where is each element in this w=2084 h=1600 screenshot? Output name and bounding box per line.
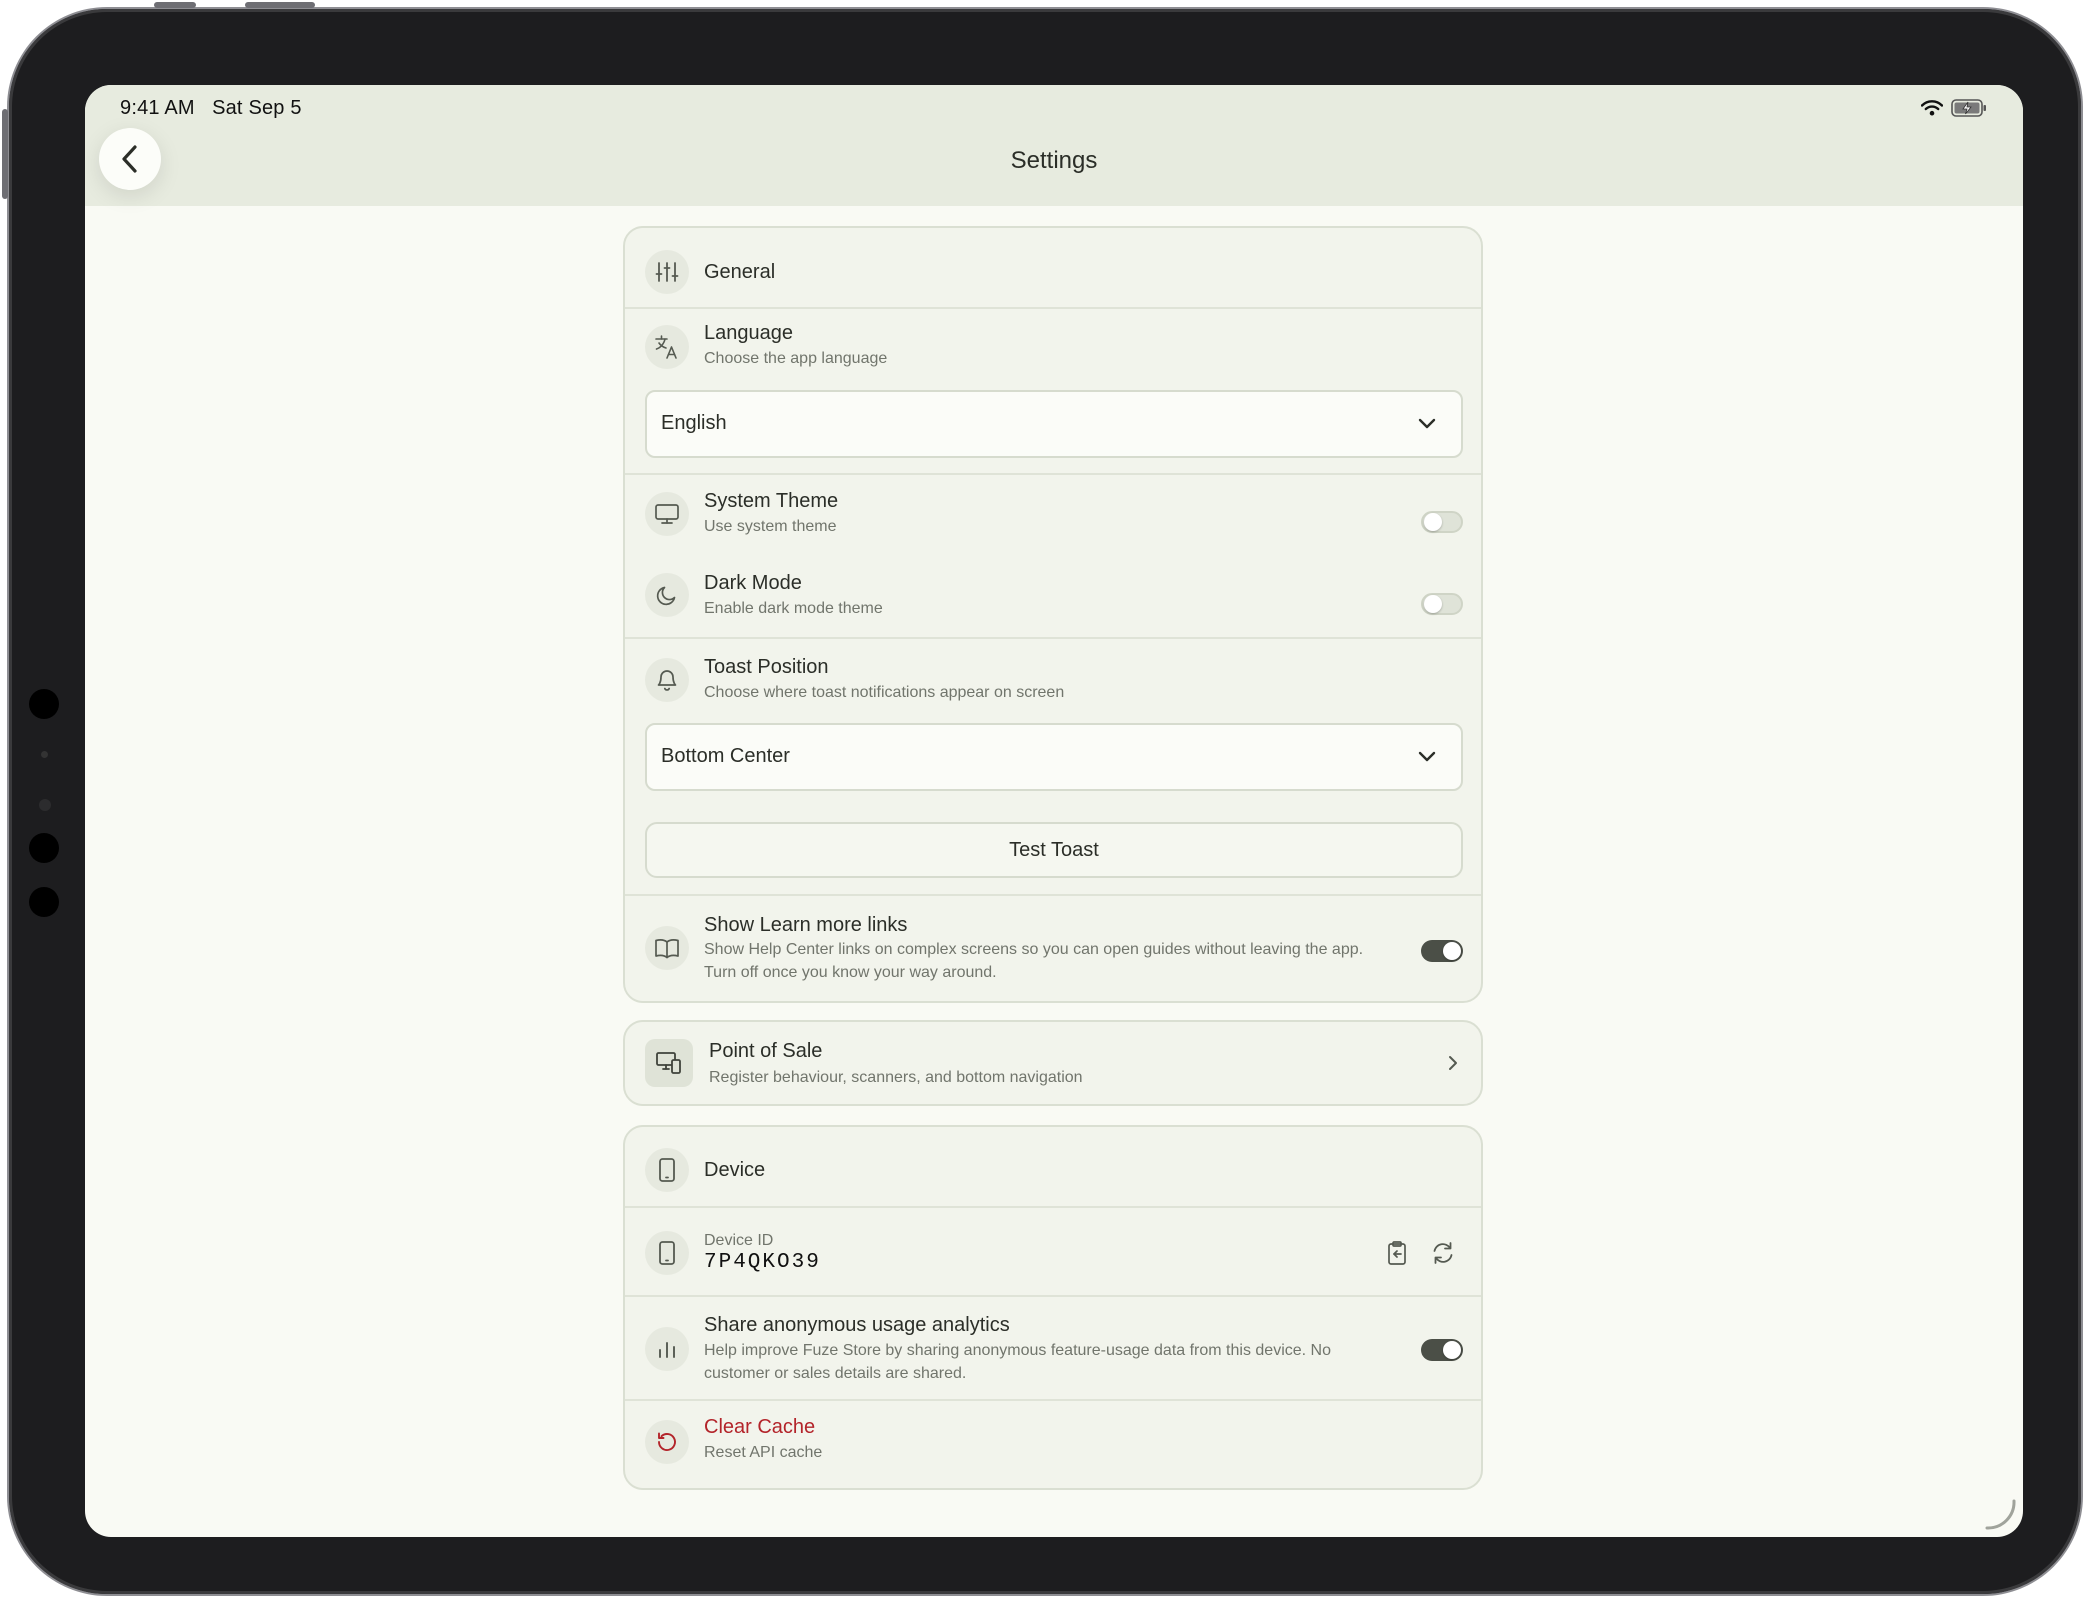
camera-dot-1 [29,689,59,719]
clear-cache-title: Clear Cache [704,1416,816,1438]
pos-icon-wrap [645,1039,693,1087]
refresh-icon [1430,1240,1456,1266]
analytics-subtitle: Help improve Fuze Store by sharing anony… [704,1339,1331,1385]
device-title: Device [704,1159,766,1181]
screen: 9:41 AM Sat Sep 5 Settings General Langu… [85,85,2023,1537]
general-icon-wrap [645,250,689,294]
register-icon [655,1050,683,1076]
status-time: 9:41 AM Sat Sep 5 [120,97,302,120]
language-selected-value: English [661,412,727,434]
chevron-down-icon [1417,416,1437,430]
clear-cache-row[interactable]: Clear Cache Reset API cache [625,1401,1481,1488]
dark-mode-subtitle: Enable dark mode theme [704,600,883,617]
divider [625,1206,1481,1208]
translate-icon [654,334,680,360]
analytics-icon-wrap [645,1327,689,1371]
status-clock: 9:41 AM [120,97,195,119]
bar-chart-icon [656,1338,678,1360]
page-title: Settings [1010,147,1098,174]
point-of-sale-card[interactable]: Point of Sale Register behaviour, scanne… [623,1020,1483,1106]
clipboard-icon [1386,1240,1408,1266]
device-card: Device Device ID 7P4QKO39 Share anonymou… [623,1125,1483,1490]
toast-title: Toast Position [704,656,829,678]
test-toast-button[interactable]: Test Toast [645,822,1463,878]
toast-position-select[interactable]: Bottom Center [645,723,1463,791]
analytics-subtitle-line2: customer or sales details are shared. [704,1365,967,1382]
monitor-icon [654,502,680,526]
system-theme-title: System Theme [704,490,839,512]
status-date: Sat Sep 5 [212,97,302,119]
sliders-icon [655,260,679,284]
dark-mode-icon-wrap [645,573,689,617]
device-id-value: 7P4QKO39 [704,1251,821,1274]
scroll-indicator-icon [1981,1495,2017,1531]
battery-icon [1951,99,1987,117]
camera-dot-5 [29,887,59,917]
learn-more-title: Show Learn more links [704,914,908,936]
camera-dot-2 [41,751,48,758]
moon-icon [655,583,679,607]
dark-mode-toggle[interactable] [1421,593,1463,615]
learn-more-subtitle-line2: Turn off once you know your way around. [704,964,997,981]
tablet-icon [657,1240,677,1266]
divider [625,473,1481,475]
chevron-right-icon [1447,1054,1459,1072]
device-id-label: Device ID [704,1232,774,1249]
pos-title: Point of Sale [709,1040,823,1062]
pos-subtitle: Register behaviour, scanners, and bottom… [709,1069,1083,1086]
book-icon [654,936,680,960]
status-icons [1921,99,1987,117]
toast-selected-value: Bottom Center [661,745,790,767]
hardware-button-side [2,109,8,199]
divider [625,307,1481,309]
hardware-button-top-2 [245,2,315,8]
language-icon-wrap [645,325,689,369]
analytics-title: Share anonymous usage analytics [704,1314,1010,1336]
learn-more-subtitle-line1: Show Help Center links on complex screen… [704,941,1364,958]
analytics-toggle[interactable] [1421,1339,1463,1361]
dark-mode-title: Dark Mode [704,572,802,594]
regenerate-device-id-button[interactable] [1425,1235,1461,1271]
analytics-subtitle-line1: Help improve Fuze Store by sharing anony… [704,1342,1331,1359]
tablet-frame: 9:41 AM Sat Sep 5 Settings General Langu… [2,2,2081,1594]
toast-subtitle: Choose where toast notifications appear … [704,684,1065,701]
language-subtitle: Choose the app language [704,350,888,367]
tablet-icon [657,1157,677,1183]
divider [625,1295,1481,1297]
device-icon-wrap [645,1148,689,1192]
learn-more-subtitle: Show Help Center links on complex screen… [704,938,1363,984]
system-theme-toggle[interactable] [1421,511,1463,533]
camera-dot-3 [39,799,51,811]
language-select[interactable]: English [645,390,1463,458]
copy-device-id-button[interactable] [1379,1235,1415,1271]
divider [625,894,1481,896]
divider [625,637,1481,639]
device-id-icon-wrap [645,1231,689,1275]
wifi-icon [1921,100,1943,116]
general-card: General Language Choose the app language… [623,226,1483,1003]
bell-icon [655,667,679,693]
clear-cache-subtitle: Reset API cache [704,1444,823,1461]
general-title: General [704,261,776,283]
system-theme-subtitle: Use system theme [704,518,837,535]
system-theme-icon-wrap [645,492,689,536]
clear-cache-icon-wrap [645,1420,689,1464]
rotate-ccw-icon [655,1430,679,1454]
camera-dot-4 [29,833,59,863]
hardware-button-top [154,2,196,8]
toast-icon-wrap [645,658,689,702]
app-header: 9:41 AM Sat Sep 5 Settings [85,85,2023,206]
learn-more-toggle[interactable] [1421,940,1463,962]
learn-more-icon-wrap [645,926,689,970]
chevron-down-icon [1417,749,1437,763]
language-title: Language [704,322,793,344]
